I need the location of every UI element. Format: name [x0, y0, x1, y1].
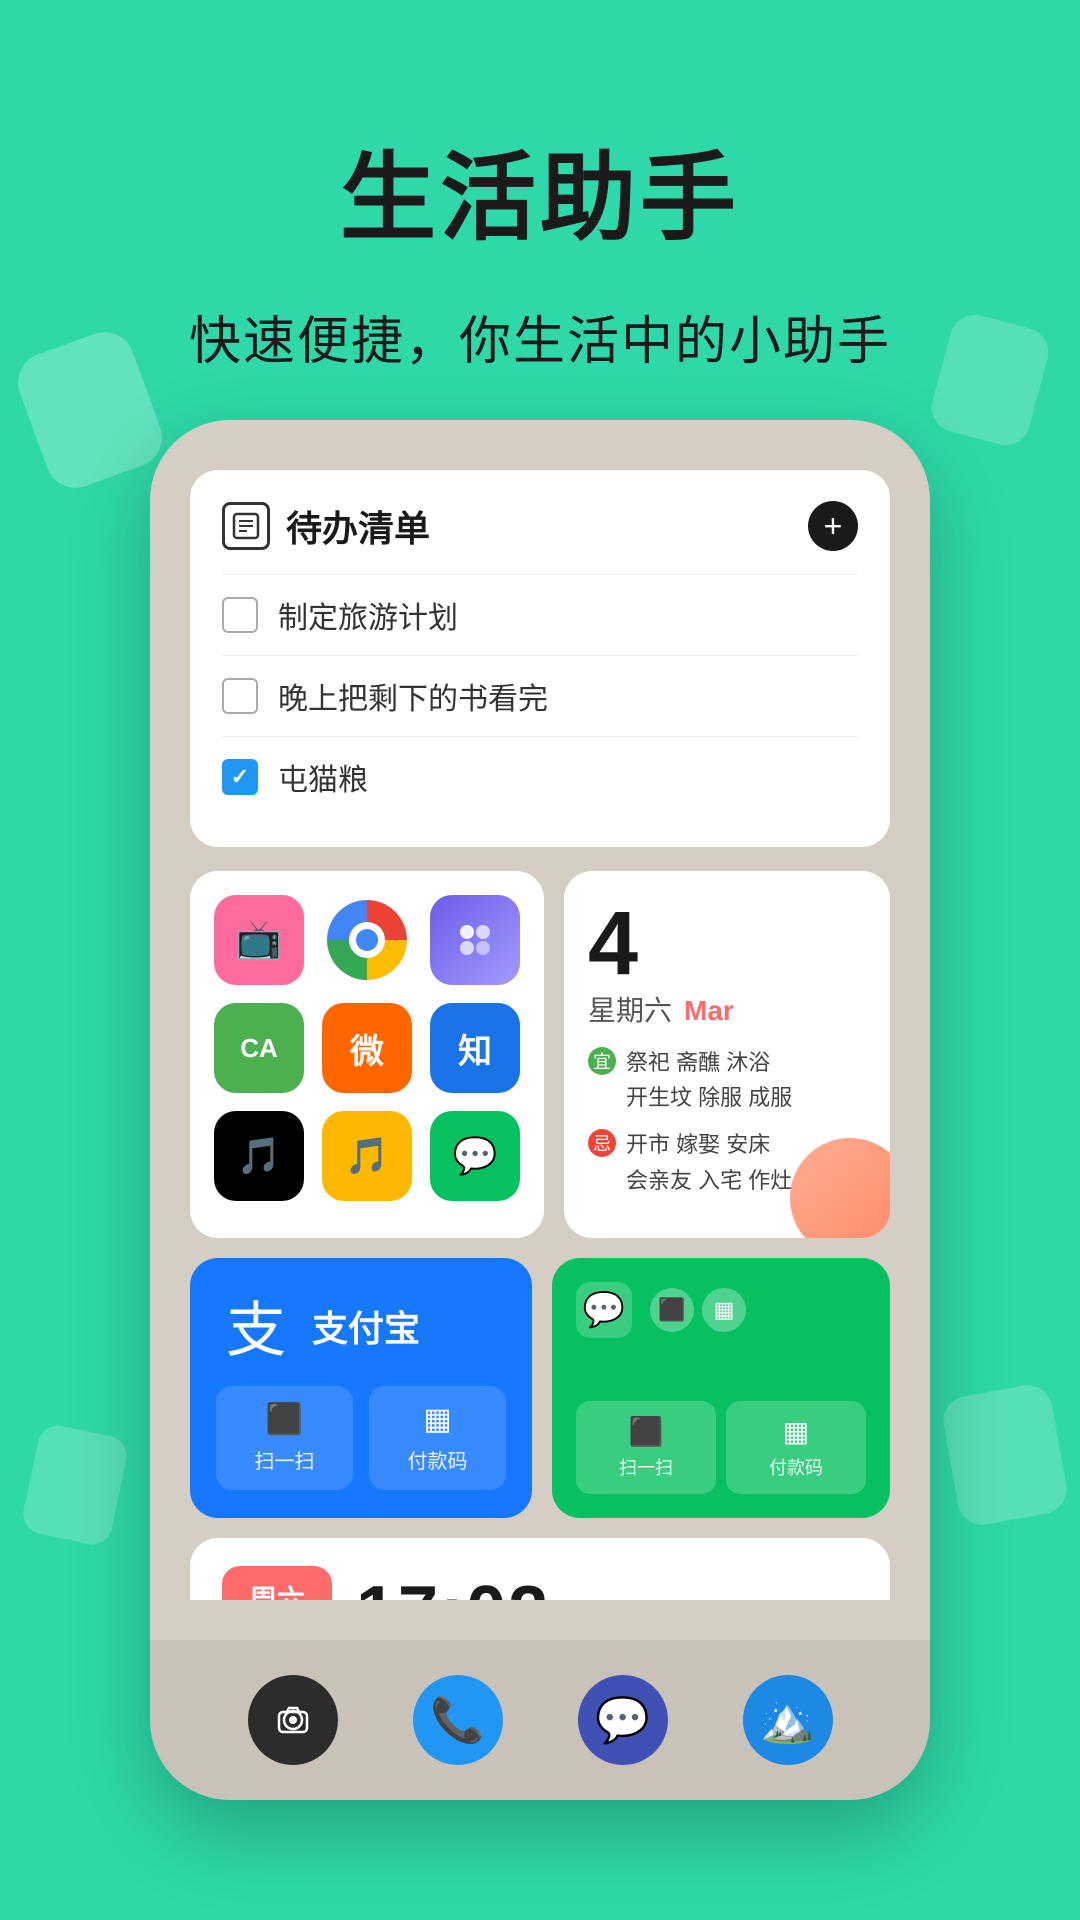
todo-item-2[interactable]: 晚上把剩下的书看完	[222, 655, 858, 736]
alipay-header: 支 支付宝	[216, 1286, 506, 1366]
header-section: 生活助手 快速便捷，你生活中的小助手	[0, 0, 1080, 434]
todo-text-2: 晚上把剩下的书看完	[278, 674, 548, 718]
todo-title: 待办清单	[286, 500, 430, 552]
wechat-scan-label: 扫一扫	[619, 1454, 673, 1480]
todo-item-1[interactable]: 制定旅游计划	[222, 574, 858, 655]
checkbox-3[interactable]	[222, 759, 258, 795]
calendar-date: 4	[588, 899, 866, 989]
scan-icon: ⬛	[266, 1402, 303, 1437]
wechat-pay-icon: ▦	[783, 1415, 809, 1448]
clock-time: 17:02	[356, 1571, 550, 1600]
alipay-pay-label: 付款码	[408, 1445, 468, 1474]
checkbox-2[interactable]	[222, 678, 258, 714]
wechat-small-icon[interactable]: 💬	[430, 1111, 520, 1201]
clock-day-badge: 周六 Sat	[222, 1566, 332, 1600]
middle-row: 📺 CA	[190, 871, 890, 1238]
alipay-name: 支付宝	[312, 1300, 420, 1352]
lucky-badge: 宜	[588, 1047, 616, 1075]
media-app-icon[interactable]: 📺	[214, 895, 304, 985]
dashboard-app-icon[interactable]	[430, 895, 520, 985]
content-area: 待办清单 + 制定旅游计划 晚上把剩下的书看完 屯猫粮	[190, 470, 890, 1600]
chrome-app-icon[interactable]	[322, 895, 412, 985]
wechat-scan-button[interactable]: ⬛ 扫一扫	[576, 1401, 716, 1494]
app-grid: 📺 CA	[214, 895, 520, 1201]
deco-shape-bottom-left	[20, 1422, 131, 1548]
alipay-logo: 支	[216, 1286, 296, 1366]
alipay-widget[interactable]: 支 支付宝 ⬛ 扫一扫 ▦ 付款码	[190, 1258, 532, 1518]
unlucky-items: 开市 嫁娶 安床 会亲友 入宅 作灶	[626, 1127, 792, 1197]
deco-shape-bottom-right	[940, 1381, 1071, 1528]
wechat-actions: ⬛ 扫一扫 ▦ 付款码	[576, 1401, 866, 1494]
gallery-dock-icon[interactable]: 🏔️	[743, 1675, 833, 1765]
todo-text-1: 制定旅游计划	[278, 593, 458, 637]
zhihu-app-icon[interactable]: 知	[430, 1003, 520, 1093]
wechat-pay-widget: 💬 ⬛ ▦ ⬛ 扫一扫 ▦ 付款码	[552, 1258, 890, 1518]
calendar-month: Mar	[684, 995, 734, 1027]
wechat-pay-mini-icon: ▦	[702, 1288, 746, 1332]
calendar-weekday: 星期六	[588, 989, 672, 1029]
message-dock-icon[interactable]: 💬	[578, 1675, 668, 1765]
todo-header: 待办清单 +	[222, 500, 858, 552]
pay-code-icon: ▦	[423, 1402, 451, 1437]
wechat-scan-mini-icon: ⬛	[650, 1288, 694, 1332]
main-title: 生活助手	[0, 120, 1080, 259]
todo-text-3: 屯猫粮	[278, 755, 368, 799]
calendar-lucky-row: 宜 祭祀 斋醮 沐浴 开生坟 除服 成服	[588, 1045, 866, 1115]
payment-row: 支 支付宝 ⬛ 扫一扫 ▦ 付款码 💬	[190, 1258, 890, 1518]
lucky-items: 祭祀 斋醮 沐浴 开生坟 除服 成服	[626, 1045, 792, 1115]
alipay-buttons: ⬛ 扫一扫 ▦ 付款码	[216, 1386, 506, 1490]
calendar-widget: 4 星期六 Mar 宜 祭祀 斋醮 沐浴 开生坟 除服 成服 忌 开市 嫁娶 安…	[564, 871, 890, 1238]
camera-dock-icon[interactable]	[248, 1675, 338, 1765]
app-grid-widget: 📺 CA	[190, 871, 544, 1238]
unlucky-badge: 忌	[588, 1129, 616, 1157]
tiktok-app-icon[interactable]: 🎵	[214, 1111, 304, 1201]
wechat-logo: 💬	[576, 1282, 632, 1338]
clock-weekday: 周六	[242, 1578, 312, 1600]
todo-list-icon	[222, 502, 270, 550]
todo-item-3[interactable]: 屯猫粮	[222, 736, 858, 817]
phone-mockup: 待办清单 + 制定旅游计划 晚上把剩下的书看完 屯猫粮	[150, 420, 930, 1800]
wechat-scan-icon: ⬛	[629, 1415, 664, 1448]
alipay-scan-label: 扫一扫	[255, 1445, 315, 1474]
weibo-app-icon[interactable]: 微	[322, 1003, 412, 1093]
phone-dock-icon[interactable]: 📞	[413, 1675, 503, 1765]
checkbox-1[interactable]	[222, 597, 258, 633]
subtitle: 快速便捷，你生活中的小助手	[0, 299, 1080, 374]
alipay-scan-button[interactable]: ⬛ 扫一扫	[216, 1386, 353, 1490]
todo-header-left: 待办清单	[222, 500, 430, 552]
ca-app-icon[interactable]: CA	[214, 1003, 304, 1093]
add-todo-button[interactable]: +	[808, 501, 858, 551]
calendar-day-info: 星期六 Mar	[588, 989, 866, 1029]
music-app-icon[interactable]: 🎵	[322, 1111, 412, 1201]
clock-widget: 周六 Sat 17:02	[190, 1538, 890, 1600]
bottom-dock: 📞 💬 🏔️	[150, 1640, 930, 1800]
alipay-pay-button[interactable]: ▦ 付款码	[369, 1386, 506, 1490]
wechat-pay-button[interactable]: ▦ 付款码	[726, 1401, 866, 1494]
wechat-header: 💬 ⬛ ▦	[576, 1282, 866, 1338]
wechat-pay-label: 付款码	[769, 1454, 823, 1480]
todo-widget: 待办清单 + 制定旅游计划 晚上把剩下的书看完 屯猫粮	[190, 470, 890, 847]
